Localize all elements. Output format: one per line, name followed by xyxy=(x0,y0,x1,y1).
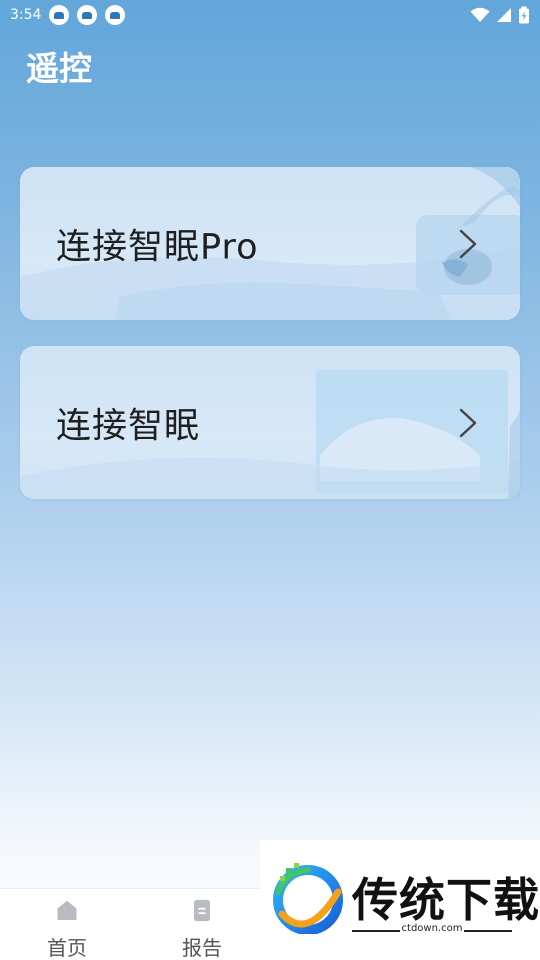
wifi-icon xyxy=(470,7,490,22)
watermark-divider xyxy=(352,930,400,932)
nav-item-home[interactable]: 首页 xyxy=(27,889,107,960)
page-title: 遥控 xyxy=(26,49,92,88)
watermark-text: 传统下载 xyxy=(352,873,540,927)
status-icons xyxy=(470,6,530,24)
chevron-right-icon xyxy=(459,229,477,258)
watermark-divider xyxy=(464,930,512,932)
nav-item-report[interactable]: 报告 xyxy=(162,889,242,960)
chevron-right-icon xyxy=(459,408,477,437)
nav-label-report: 报告 xyxy=(182,936,222,960)
status-time: 3:54 xyxy=(10,7,42,23)
watermark-logo-icon xyxy=(273,863,343,934)
nav-label-home: 首页 xyxy=(47,936,87,960)
connect-pro-card[interactable]: 连接智眠Pro xyxy=(20,167,520,320)
report-icon xyxy=(194,899,210,922)
home-icon xyxy=(57,900,77,921)
app-notification-icon xyxy=(49,5,70,25)
watermark-url: ctdown.com xyxy=(401,923,463,934)
watermark: 传统下载 ctdown.com xyxy=(260,840,540,960)
app-notification-icon xyxy=(77,5,98,25)
status-bar: 3:54 xyxy=(0,0,540,30)
app-notification-icon xyxy=(105,5,126,25)
battery-charging-icon xyxy=(519,6,529,24)
connect-pro-label: 连接智眠Pro xyxy=(56,227,259,267)
signal-icon xyxy=(497,8,511,22)
connect-basic-card[interactable]: 连接智眠 xyxy=(20,346,520,499)
connect-basic-label: 连接智眠 xyxy=(56,406,201,446)
